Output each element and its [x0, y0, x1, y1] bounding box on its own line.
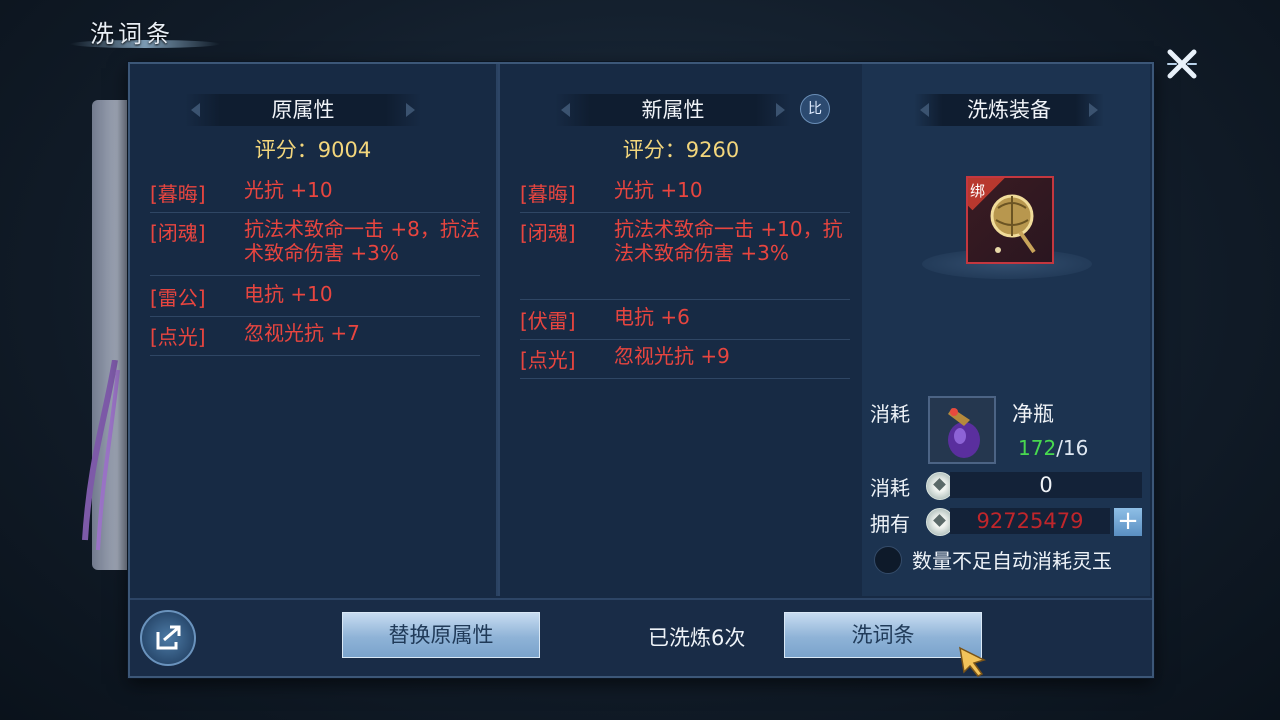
equip-header: 洗炼装备: [914, 94, 1104, 126]
header-right-arrow-icon: [1089, 103, 1098, 117]
own-amount: 92725479: [950, 508, 1110, 534]
equipment-orb-icon: [990, 194, 1036, 254]
share-icon: [156, 625, 181, 650]
new-attr-row: [点光] 忽视光抗 +9: [520, 344, 850, 379]
vase-icon: [948, 408, 980, 458]
original-attr-row: [闭魂] 抗法术致命一击 +8，抗法术致命伤害 +3%: [150, 217, 480, 276]
coin-cost-label: 消耗: [870, 476, 910, 500]
new-attr-row: [暮晦] 光抗 +10: [520, 178, 850, 213]
original-attr-row: [暮晦] 光抗 +10: [150, 178, 480, 213]
new-attr-row: [闭魂] 抗法术致命一击 +10，抗法术致命伤害 +3%: [520, 217, 850, 300]
auto-consume-radio[interactable]: [874, 546, 902, 574]
header-left-arrow-icon: [561, 103, 570, 117]
original-score: 评分：9004: [254, 138, 372, 162]
equipment-slot[interactable]: 绑: [966, 176, 1054, 264]
add-currency-button[interactable]: +: [1114, 508, 1142, 536]
share-button[interactable]: [140, 610, 196, 666]
equipment-column: 洗炼装备 绑 消耗 净瓶 172/16 消耗 0 拥有 92725479 + 数…: [862, 64, 1150, 596]
header-right-arrow-icon: [406, 103, 415, 117]
new-attributes-column: 新属性 比 评分：9260 [暮晦] 光抗 +10 [闭魂] 抗法术致命一击 +…: [498, 64, 862, 596]
new-attr-row: [伏雷] 电抗 +6: [520, 305, 850, 340]
material-count: 172/16: [1018, 436, 1089, 460]
compare-button[interactable]: 比: [800, 94, 830, 124]
close-icon: [1167, 49, 1197, 79]
action-bar: 替换原属性 已洗炼6次 洗词条: [130, 598, 1152, 676]
coin-cost-value: 0: [950, 472, 1142, 498]
new-score: 评分：9260: [622, 138, 740, 162]
material-name: 净瓶: [1012, 402, 1054, 426]
window-title: 洗词条: [90, 20, 174, 48]
header-right-arrow-icon: [776, 103, 785, 117]
material-slot[interactable]: [928, 396, 996, 464]
replace-attributes-button[interactable]: 替换原属性: [342, 612, 540, 658]
wash-button[interactable]: 洗词条: [784, 612, 982, 658]
auto-consume-label: 数量不足自动消耗灵玉: [912, 549, 1112, 573]
new-header: 新属性: [555, 94, 791, 126]
original-attr-row: [点光] 忽视光抗 +7: [150, 321, 480, 356]
pointer-cursor-icon: [959, 646, 987, 677]
header-left-arrow-icon: [920, 103, 929, 117]
tassel-decoration: [82, 360, 120, 551]
original-attributes-column: 原属性 评分：9004 [暮晦] 光抗 +10 [闭魂] 抗法术致命一击 +8，…: [130, 64, 496, 596]
material-cost-label: 消耗: [870, 402, 910, 426]
close-button[interactable]: [1162, 44, 1202, 84]
wash-panel: 原属性 评分：9004 [暮晦] 光抗 +10 [闭魂] 抗法术致命一击 +8，…: [128, 62, 1154, 678]
header-left-arrow-icon: [191, 103, 200, 117]
original-header: 原属性: [185, 94, 421, 126]
own-label: 拥有: [870, 512, 910, 536]
original-attr-row: [雷公] 电抗 +10: [150, 282, 480, 317]
wash-count-text: 已洗炼6次: [648, 626, 746, 650]
